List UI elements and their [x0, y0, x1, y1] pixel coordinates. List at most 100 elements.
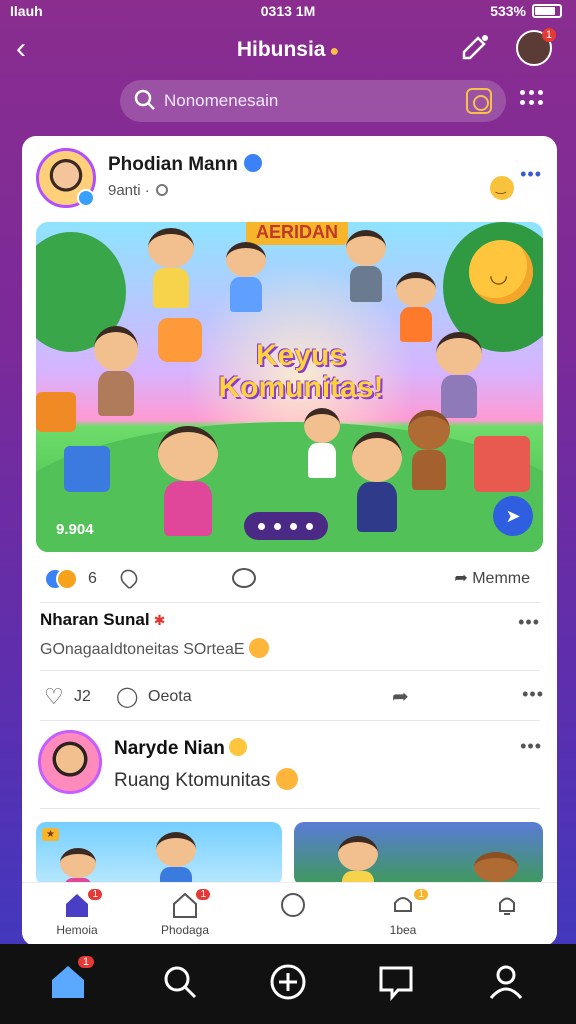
- post-hero-image[interactable]: AERIDAN Keyus Komunitas! 9.904 ➤: [36, 222, 543, 552]
- profile-avatar[interactable]: 1: [516, 28, 556, 66]
- post-actions: 6 ➦ Memme: [44, 566, 544, 596]
- comment-text: GOnagaaIdtoneitas SOrteaE: [40, 641, 245, 658]
- hero-banner: AERIDAN: [246, 222, 349, 245]
- tab-alerts[interactable]: [462, 891, 552, 923]
- message-icon: [379, 966, 413, 1002]
- child-illustration: [60, 848, 96, 886]
- heart-icon[interactable]: [117, 566, 141, 590]
- house-outline-icon: [173, 892, 197, 918]
- emoji-block-illustration: [158, 318, 202, 362]
- divider: [40, 670, 540, 671]
- smile-emoji-icon: [248, 638, 269, 658]
- author-avatar[interactable]: [38, 730, 102, 794]
- chat-label[interactable]: Oeota: [148, 688, 192, 706]
- notification-badge: 1: [541, 28, 556, 42]
- chat-icon: [281, 893, 305, 917]
- image-count: 9.904: [56, 521, 94, 538]
- tab-chat[interactable]: [248, 891, 338, 923]
- child-illustration: [346, 230, 386, 302]
- tab-badge: 1: [196, 889, 210, 900]
- globe-icon: [155, 184, 168, 196]
- nav-profile-button[interactable]: [486, 962, 526, 1002]
- author-avatar[interactable]: [36, 148, 96, 208]
- verified-icon: [243, 154, 262, 172]
- tab-badge: 1: [88, 889, 102, 900]
- child-illustration: [94, 326, 138, 416]
- share-label: Memme: [472, 570, 530, 587]
- love-reaction-icon: [56, 568, 78, 590]
- share-icon[interactable]: ➦: [392, 684, 409, 709]
- tab-bar: 1 Hemoia 1 Phodaga 1 1bea: [22, 882, 557, 946]
- battery-percent: 533%: [490, 3, 526, 19]
- search-icon: [164, 966, 197, 999]
- child-illustration: [436, 332, 482, 418]
- child-illustration: [396, 272, 436, 342]
- like-icon[interactable]: ♡: [44, 684, 64, 710]
- search-input[interactable]: [164, 88, 444, 114]
- search-bar[interactable]: [120, 80, 506, 122]
- thumbnail-row: ★: [36, 822, 543, 886]
- child-illustration: [156, 832, 196, 886]
- author-name-row: Naryde Nian: [114, 738, 247, 760]
- toy-block-illustration: [474, 436, 530, 492]
- reaction-icons[interactable]: [44, 568, 80, 590]
- post-header-2: Naryde Nian Ruang Ktomunitas •••: [38, 730, 542, 800]
- home-badge: 1: [77, 956, 94, 968]
- emoji-icon: [490, 176, 514, 200]
- thumbnail-image[interactable]: ★: [36, 822, 282, 886]
- chat-icon[interactable]: ◯: [116, 684, 138, 709]
- bell-icon: [499, 897, 515, 915]
- flame-icon: ●: [329, 43, 340, 60]
- bear-illustration: [474, 852, 518, 886]
- carousel-indicator[interactable]: [244, 512, 328, 540]
- comment-more-icon[interactable]: •••: [518, 612, 540, 633]
- plus-icon: [270, 964, 306, 1000]
- notification-icon: [394, 897, 412, 912]
- emoji-icon: [276, 768, 299, 790]
- carousel-next-button[interactable]: ➤: [493, 496, 533, 536]
- comment-text-row: GOnagaaIdtoneitas SOrteaE: [40, 638, 540, 659]
- profile-icon: [489, 965, 523, 999]
- child-illustration: [158, 426, 218, 536]
- compose-icon[interactable]: [458, 32, 492, 66]
- post-meta: 9anti ·: [108, 182, 168, 199]
- comment-author[interactable]: Nharan Sunal: [40, 610, 150, 629]
- post-subtitle: Ruang Ktomunitas: [114, 770, 271, 791]
- home-icon: [66, 894, 88, 917]
- tab-home[interactable]: 1 Hemoia: [32, 889, 122, 937]
- post-header: Phodian Mann 9anti · •••: [36, 148, 546, 210]
- status-icons: 533%: [490, 3, 562, 19]
- app-header: ‹ Hibunsia ● 1: [0, 26, 576, 74]
- search-icon: [134, 89, 155, 110]
- divider: [40, 808, 540, 809]
- divider: [40, 720, 540, 721]
- like-count: J2: [74, 688, 91, 705]
- nav-create-button[interactable]: [268, 962, 308, 1002]
- pin-icon: ✱: [153, 612, 166, 628]
- camera-icon[interactable]: [466, 88, 492, 114]
- child-illustration: [352, 432, 402, 532]
- comment-actions: ♡ J2 ◯ Oeota ➦ •••: [44, 684, 544, 714]
- more-options-icon[interactable]: •••: [522, 684, 544, 705]
- comment-icon[interactable]: [232, 568, 256, 588]
- tab-groups[interactable]: 1 Phodaga: [140, 889, 230, 937]
- child-illustration: [148, 228, 194, 308]
- comment-item: Nharan Sunal ✱ GOnagaaIdtoneitas SOrteaE …: [40, 610, 540, 659]
- author-name-row: Phodian Mann: [108, 154, 262, 176]
- toy-block-illustration: [64, 446, 110, 492]
- tab-notifications[interactable]: 1 1bea: [358, 889, 448, 937]
- more-options-icon[interactable]: •••: [520, 736, 542, 757]
- share-button[interactable]: ➦ Memme: [454, 568, 530, 588]
- thumbnail-image[interactable]: [294, 822, 543, 886]
- author-name[interactable]: Phodian Mann: [108, 154, 238, 175]
- grid-menu-icon[interactable]: [520, 88, 544, 112]
- nav-messages-button[interactable]: [376, 962, 416, 1002]
- divider: [40, 602, 540, 603]
- feed-card: Phodian Mann 9anti · ••• AERIDAN Keyus K…: [22, 136, 557, 946]
- nav-search-button[interactable]: [160, 962, 200, 1002]
- nav-home-button[interactable]: 1: [48, 956, 94, 1002]
- author-name[interactable]: Naryde Nian: [114, 738, 225, 759]
- post-time: 9anti ·: [108, 182, 150, 199]
- child-illustration: [304, 408, 340, 478]
- more-options-icon[interactable]: •••: [520, 164, 542, 185]
